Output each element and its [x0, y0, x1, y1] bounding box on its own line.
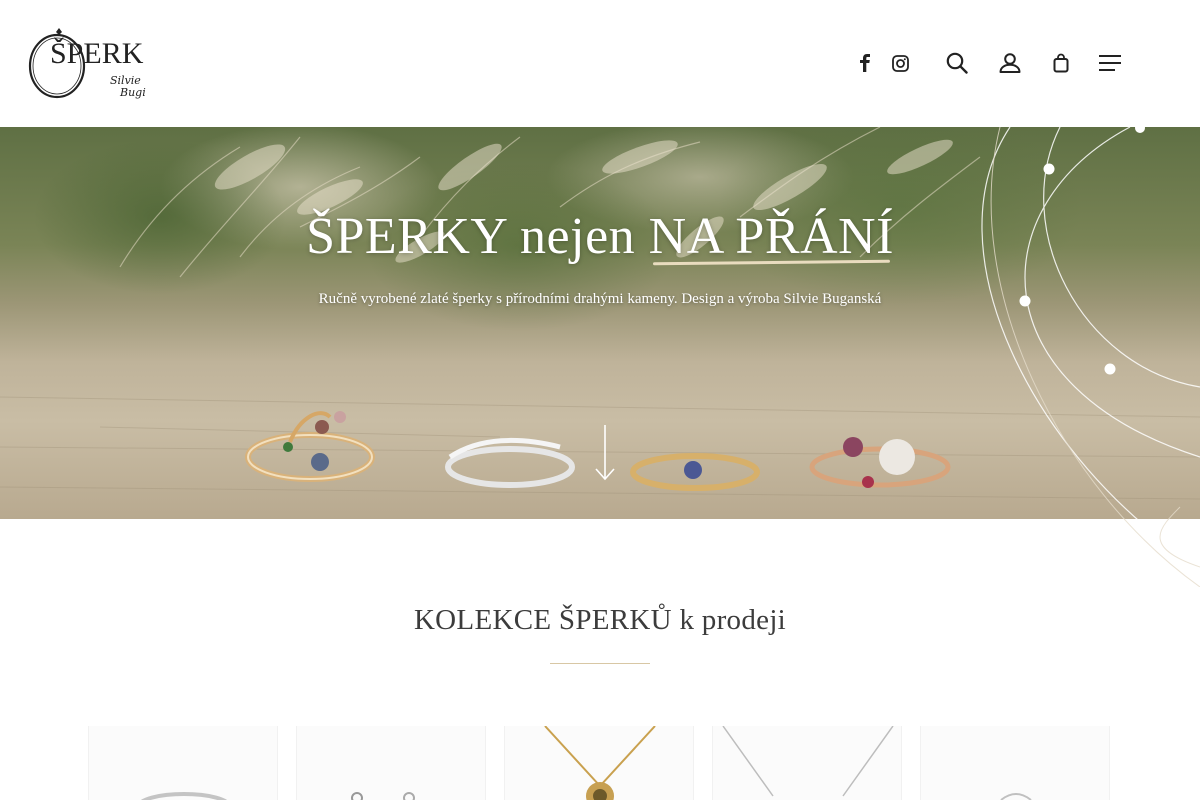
ring-flower	[245, 411, 375, 482]
search-icon[interactable]	[944, 50, 970, 76]
product-card-2[interactable]	[296, 726, 486, 800]
logo-text: ŠPERK	[50, 37, 144, 70]
product-card-3[interactable]	[504, 726, 694, 800]
account-icon[interactable]	[997, 50, 1023, 76]
instagram-icon[interactable]	[887, 50, 913, 76]
logo-signature-2: Bugi	[119, 86, 146, 99]
hero-banner: ŠPERKY nejen NA PŘÁNÍ Ručně vyrobené zla…	[0, 127, 1200, 519]
product-card-1[interactable]	[88, 726, 278, 800]
product-image-bracelet	[1000, 793, 1032, 800]
hero-title: ŠPERKY nejen NA PŘÁNÍ	[0, 207, 1200, 266]
hero-title-part1: ŠPERKY nejen	[306, 208, 649, 265]
menu-icon[interactable]	[1097, 50, 1123, 76]
product-image-earrings	[351, 792, 415, 800]
collection-title: KOLEKCE ŠPERKŮ k prodeji	[413, 604, 787, 636]
scroll-down-arrow-icon[interactable]	[594, 425, 616, 483]
ring-sapphire	[630, 453, 760, 491]
product-grid	[88, 726, 1112, 800]
facebook-icon[interactable]	[852, 50, 878, 76]
ring-pearl	[809, 437, 951, 488]
product-card-5[interactable]	[920, 726, 1110, 800]
ring-wave	[445, 438, 575, 488]
cart-icon[interactable]	[1048, 50, 1074, 76]
product-image-necklace-silver	[722, 726, 894, 797]
hero-subtitle: Ručně vyrobené zlaté šperky s přírodními…	[318, 291, 882, 307]
logo-graphic: ŠPERK Silvie Bugi	[28, 28, 146, 99]
collection-divider	[550, 663, 650, 664]
hero-title-highlight: NA PŘÁNÍ	[648, 208, 894, 265]
site-header: ŠPERK Silvie Bugi	[0, 0, 1200, 127]
product-image-ring	[140, 792, 228, 800]
site-logo[interactable]: ŠPERK Silvie Bugi	[26, 26, 172, 100]
product-image-pendant-gold	[544, 726, 656, 800]
product-card-4[interactable]	[712, 726, 902, 800]
